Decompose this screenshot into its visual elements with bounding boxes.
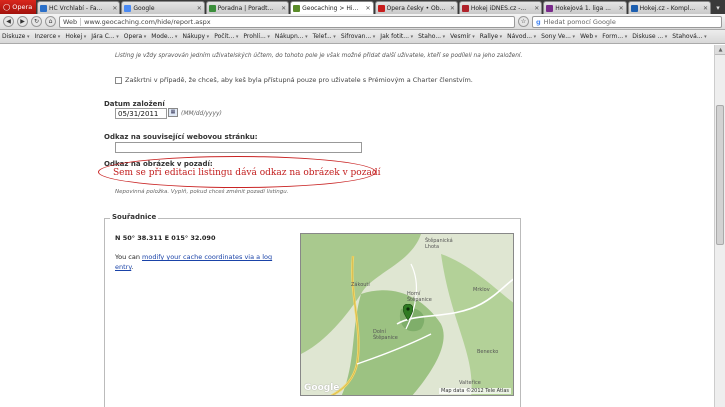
bookmark-item[interactable]: Hokej (65, 33, 86, 40)
favicon-icon (546, 4, 554, 12)
owner-note: Listing je vždy spravován jedním uživate… (115, 53, 523, 59)
bookmark-item[interactable]: Opera (124, 33, 146, 40)
map-label: Benecko (477, 349, 499, 355)
bookmark-item[interactable]: Nákupy (182, 33, 209, 40)
bookmark-item[interactable]: Mode... (151, 33, 177, 40)
cache-map[interactable]: Štěpanická Lhota Zákoutí Horní Štěpanice… (300, 233, 514, 396)
date-label: Datum založení (104, 100, 165, 108)
tab-geocaching[interactable]: Geocaching > Hi... ✕ (290, 1, 374, 14)
bookmark-item[interactable]: Nákupn... (275, 33, 308, 40)
web-badge: Web (63, 17, 82, 26)
bookmark-item[interactable]: Stahová... (672, 33, 706, 40)
bookmarks-bar: Diskuze Inzerce Hokej Jára C... Opera Mode...… (0, 30, 725, 44)
favicon-icon (293, 4, 301, 12)
favicon-icon (377, 4, 385, 12)
close-tab-icon[interactable]: ✕ (703, 5, 708, 12)
date-input[interactable]: 05/31/2011 (115, 108, 167, 119)
close-tab-icon[interactable]: ✕ (534, 5, 539, 12)
background-hint: Nepovinná položka. Vyplň, pokud chceš zm… (115, 189, 289, 195)
address-field[interactable]: Web www.geocaching.com/hide/report.aspx (59, 15, 515, 28)
search-field[interactable]: g Hledat pomocí Google (532, 15, 722, 28)
map-attribution: Map data ©2012 Tele Atlas (439, 388, 511, 394)
related-url-input[interactable] (115, 142, 362, 153)
bookmark-item[interactable]: Návod... (507, 33, 536, 40)
tab-hc-vrchlabi[interactable]: HC Vrchlabí - Fa... ✕ (37, 1, 121, 14)
favicon-icon (40, 4, 47, 12)
tab-bar: ◯ Opera HC Vrchlabí - Fa... ✕ Google ✕ Pora… (0, 0, 725, 14)
related-url-label: Odkaz na související webovou stránku: (104, 133, 258, 141)
bookmark-item[interactable]: Staho... (418, 33, 445, 40)
map-label: Horní Štěpanice (407, 291, 432, 303)
favicon-icon (461, 4, 469, 12)
scrollbar-thumb[interactable] (716, 105, 724, 245)
coordinates-value: N 50° 38.311 E 015° 32.090 (115, 234, 216, 242)
map-label: Dolní Štěpanice (373, 329, 398, 341)
tab-hokejova-liga[interactable]: Hokejová 1. liga ... ✕ (543, 1, 627, 14)
favicon-icon (208, 4, 216, 12)
bookmark-item[interactable]: Diskuse ... (632, 33, 667, 40)
premium-checkbox-row[interactable]: Zaškrtni v případě, že chceš, aby keš by… (115, 76, 473, 84)
opera-menu-button[interactable]: ◯ Opera (0, 0, 36, 14)
star-icon[interactable]: ☆ (518, 16, 529, 27)
date-format-hint: (MM/dd/yyyy) (181, 110, 222, 117)
bookmark-item[interactable]: Vesmír (450, 33, 475, 40)
url-text[interactable]: www.geocaching.com/hide/report.aspx (84, 18, 210, 26)
premium-checkbox-label: Zaškrtni v případě, že chceš, aby keš by… (125, 76, 473, 84)
bookmark-item[interactable]: Inzerce (34, 33, 60, 40)
modify-coordinates-text: You can modify your cache coordinates vi… (115, 253, 273, 271)
home-icon[interactable]: ⌂ (45, 16, 56, 27)
bookmark-item[interactable]: Jak fotit... (380, 33, 413, 40)
tab-google[interactable]: Google ✕ (121, 1, 205, 14)
forward-arrow-icon[interactable]: ▶ (17, 16, 28, 27)
close-tab-icon[interactable]: ✕ (365, 5, 370, 12)
bookmark-item[interactable]: Prohlí... (243, 33, 270, 40)
reload-icon[interactable]: ↻ (31, 16, 42, 27)
bookmark-item[interactable]: Jára C... (91, 33, 119, 40)
premium-checkbox[interactable] (115, 76, 122, 84)
bookmark-item[interactable]: Web (580, 33, 597, 40)
calendar-icon[interactable]: ▦ (168, 108, 178, 117)
opera-logo-icon: ◯ (3, 3, 11, 11)
map-label: Štěpanická Lhota (425, 238, 453, 250)
back-arrow-icon[interactable]: ◀ (3, 16, 14, 27)
map-label: Zákoutí (351, 282, 370, 288)
page-content: Listing je vždy spravován jedním uživate… (0, 45, 714, 407)
tab-hokej-idnes[interactable]: Hokej iDNES.cz -... ✕ (458, 1, 543, 14)
map-label: Mrklov (473, 287, 490, 293)
search-placeholder: Hledat pomocí Google (543, 17, 616, 26)
map-label: Valteřice (459, 380, 481, 386)
cache-marker-icon[interactable] (403, 304, 413, 320)
bookmark-item[interactable]: Počít... (214, 33, 238, 40)
bookmark-item[interactable]: Diskuze (2, 33, 29, 40)
scroll-up-icon[interactable]: ▲ (715, 45, 725, 55)
bookmark-item[interactable]: Telef... (313, 33, 336, 40)
close-tab-icon[interactable]: ✕ (197, 5, 202, 12)
tab-poradna[interactable]: Poradna | Poradt... ✕ (205, 1, 290, 14)
close-tab-icon[interactable]: ✕ (450, 5, 455, 12)
google-logo: Google (304, 383, 340, 393)
vertical-scrollbar[interactable]: ▲ (714, 45, 725, 407)
close-tab-icon[interactable]: ✕ (281, 5, 286, 12)
google-search-icon: g (536, 17, 541, 26)
bookmark-item[interactable]: Rallye (480, 33, 502, 40)
tab-opera-cesky[interactable]: Opera česky • Ob... ✕ (374, 1, 458, 14)
bookmark-item[interactable]: Sifrovan... (341, 33, 375, 40)
close-tab-icon[interactable]: ✕ (112, 5, 117, 12)
address-toolbar: ◀ ▶ ↻ ⌂ Web www.geocaching.com/hide/repo… (0, 14, 725, 30)
close-tab-icon[interactable]: ✕ (619, 5, 624, 12)
coordinates-legend: Souřadnice (110, 213, 159, 221)
bookmark-item[interactable]: Sony Ve... (541, 33, 575, 40)
favicon-icon (124, 4, 132, 12)
bookmark-item[interactable]: Form... (602, 33, 627, 40)
favicon-icon (630, 4, 638, 12)
tab-hokej-cz[interactable]: Hokej.cz - Kompl... ✕ (627, 1, 711, 14)
tab-menu-icon[interactable]: ▾ (711, 1, 725, 14)
annotation-ellipse (98, 156, 376, 188)
